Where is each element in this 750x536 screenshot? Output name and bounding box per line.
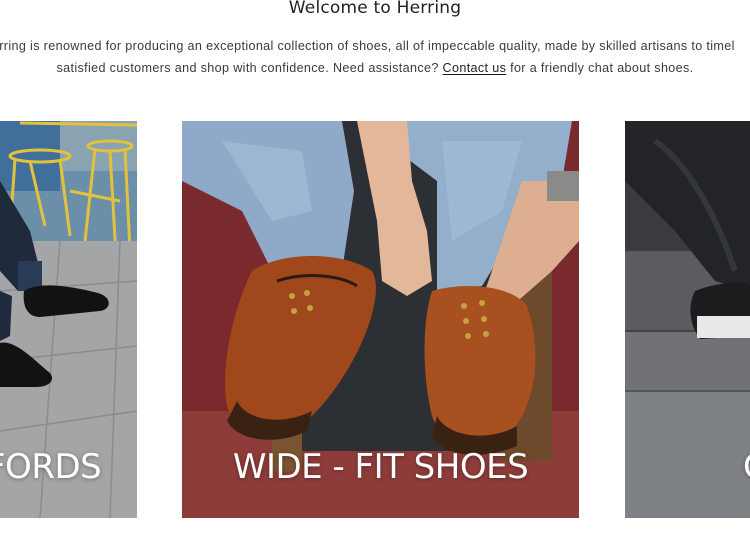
intro-text-line-1: rring is renowned for producing an excep…	[0, 39, 750, 53]
page-title: Welcome to Herring	[288, 0, 462, 18]
intro-text-line-2-start: satisfied customers and shop with confid…	[56, 61, 443, 75]
third-category-photo	[625, 121, 750, 518]
intro-text-line-1-content: rring is renowned for producing an excep…	[0, 39, 735, 53]
category-card-wide-fit-shoes[interactable]: WIDE - FIT SHOES	[182, 121, 579, 518]
category-card-oxfords[interactable]: FORDS	[0, 121, 137, 518]
category-label-wide-fit-shoes: WIDE - FIT SHOES	[232, 447, 529, 487]
welcome-intro: Welcome to Herring rring is renowned for…	[0, 0, 750, 110]
category-label-third: C	[743, 447, 750, 487]
category-label-oxfords: FORDS	[0, 447, 102, 487]
intro-text-line-2: satisfied customers and shop with confid…	[0, 61, 750, 75]
contact-us-link[interactable]: Contact us	[443, 61, 507, 75]
category-card-third[interactable]: C	[625, 121, 750, 518]
intro-text-line-2-end: for a friendly chat about shoes.	[506, 61, 694, 75]
